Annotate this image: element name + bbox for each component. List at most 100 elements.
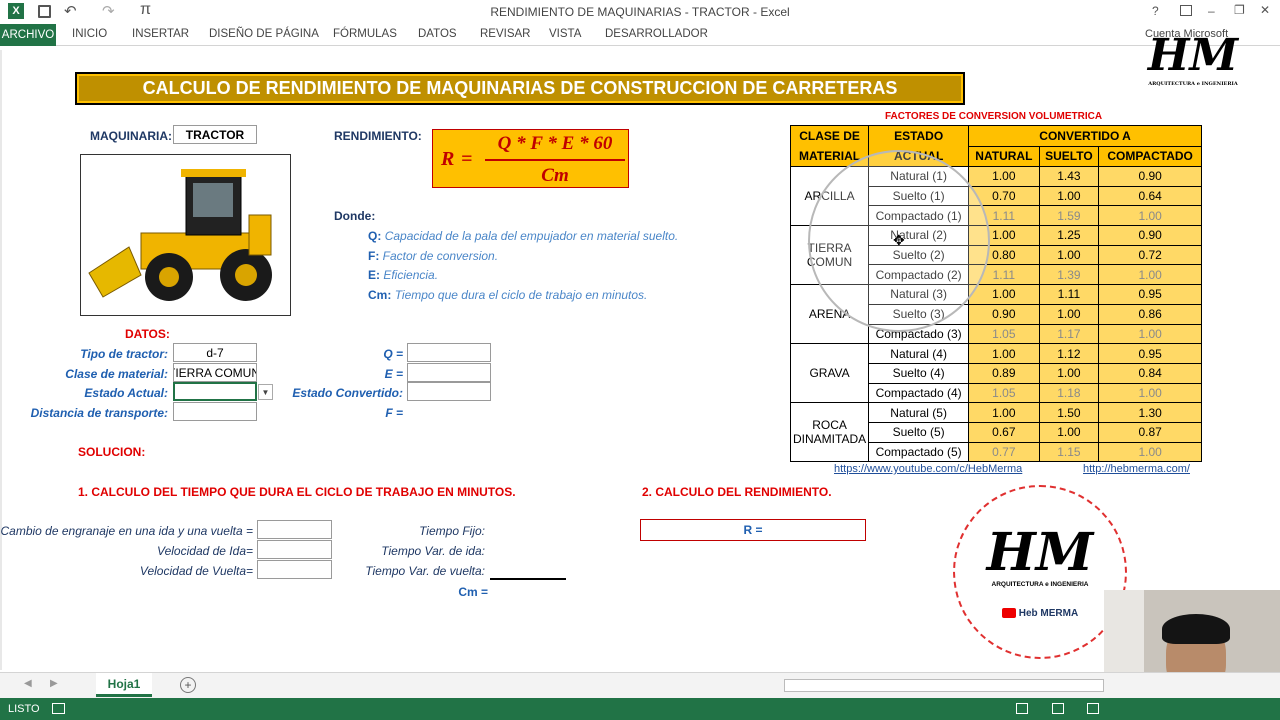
tab-datos[interactable]: DATOS: [418, 28, 457, 40]
sheet-tab-hoja1[interactable]: Hoja1: [96, 673, 152, 697]
add-sheet-icon[interactable]: +: [180, 677, 196, 693]
factor-cell[interactable]: 1.00: [1098, 441, 1202, 463]
factor-cell[interactable]: 1.11: [1038, 284, 1100, 305]
vel-vuelta-input[interactable]: [257, 560, 332, 579]
dropdown-arrow-icon[interactable]: ▼: [258, 384, 273, 400]
page-layout-icon[interactable]: [1052, 703, 1064, 714]
estado-input[interactable]: [173, 382, 257, 401]
e-input[interactable]: [407, 363, 491, 382]
factor-cell[interactable]: 0.77: [968, 441, 1040, 463]
factor-cell[interactable]: 1.30: [1098, 402, 1202, 423]
factor-cell[interactable]: 1.00: [968, 284, 1040, 305]
redo-icon[interactable]: ↷: [102, 2, 115, 20]
factor-cell[interactable]: 1.05: [968, 323, 1040, 345]
estado-cell[interactable]: Compactado (5): [868, 441, 970, 463]
factor-cell[interactable]: 1.00: [968, 166, 1040, 187]
distancia-input[interactable]: [173, 402, 257, 421]
normal-view-icon[interactable]: [1016, 703, 1028, 714]
tab-diseno[interactable]: DISEÑO DE PÁGINA: [209, 28, 319, 40]
factor-cell[interactable]: 1.39: [1038, 264, 1100, 286]
factor-cell[interactable]: 0.90: [1098, 225, 1202, 246]
factor-cell[interactable]: 0.95: [1098, 284, 1202, 305]
factor-cell[interactable]: 0.64: [1098, 185, 1202, 207]
factor-cell[interactable]: 1.18: [1038, 382, 1100, 404]
factor-cell[interactable]: 1.00: [1038, 185, 1100, 207]
estado-cell[interactable]: Suelto (4): [868, 362, 970, 384]
estado-cell[interactable]: Compactado (4): [868, 382, 970, 404]
status-text: LISTO: [8, 703, 40, 715]
factor-cell[interactable]: 1.43: [1038, 166, 1100, 187]
vel-ida-input[interactable]: [257, 540, 332, 559]
ribbon-tabs: ARCHIVO INICIO INSERTAR DISEÑO DE PÁGINA…: [0, 24, 1280, 46]
factor-cell[interactable]: 0.89: [968, 362, 1040, 384]
datos-label: DATOS:: [125, 327, 170, 341]
prev-sheet-icon[interactable]: ◀: [24, 678, 32, 689]
undo-icon[interactable]: ↶: [64, 2, 77, 20]
estado-cell[interactable]: Natural (5): [868, 402, 970, 423]
factor-cell[interactable]: 1.00: [1098, 382, 1202, 404]
factor-cell[interactable]: 1.00: [1098, 323, 1202, 345]
factors-title: FACTORES DE CONVERSION VOLUMETRICA: [885, 111, 1103, 122]
ribbon-options-icon[interactable]: [1180, 5, 1192, 16]
save-icon[interactable]: [38, 5, 51, 18]
material-name[interactable]: ROCA DINAMITADA: [789, 402, 870, 463]
estado-convertido-input[interactable]: [407, 382, 491, 401]
factor-cell[interactable]: 1.50: [1038, 402, 1100, 423]
factor-cell[interactable]: 1.17: [1038, 323, 1100, 345]
factor-cell[interactable]: 0.95: [1098, 343, 1202, 364]
close-icon[interactable]: ✕: [1260, 3, 1270, 17]
factor-cell[interactable]: 0.72: [1098, 244, 1202, 266]
material-name[interactable]: GRAVA: [789, 343, 870, 404]
q-input[interactable]: [407, 343, 491, 362]
factor-cell[interactable]: 0.84: [1098, 362, 1202, 384]
r-result-box[interactable]: R =: [640, 519, 866, 541]
rendimiento-label: RENDIMIENTO:: [334, 129, 422, 143]
def-e: E: Eficiencia.: [368, 268, 439, 282]
factor-cell[interactable]: 1.59: [1038, 205, 1100, 227]
tab-inicio[interactable]: INICIO: [72, 28, 107, 40]
website-link[interactable]: http://hebmerma.com/: [1083, 463, 1190, 475]
factor-cell[interactable]: 1.00: [1098, 205, 1202, 227]
estado-cell[interactable]: Natural (4): [868, 343, 970, 364]
tab-desarrollador[interactable]: DESARROLLADOR: [605, 28, 708, 40]
restore-icon[interactable]: ❐: [1234, 3, 1245, 17]
factor-cell[interactable]: 1.00: [1098, 264, 1202, 286]
cambio-input[interactable]: [257, 520, 332, 539]
factor-cell[interactable]: 1.00: [1038, 244, 1100, 266]
tiempo-var-vuelta-label: Tiempo Var. de vuelta:: [365, 564, 485, 578]
maquinaria-value[interactable]: TRACTOR: [173, 125, 257, 144]
factor-cell[interactable]: 1.00: [1038, 303, 1100, 325]
factor-cell[interactable]: 1.12: [1038, 343, 1100, 364]
status-bar: LISTO: [0, 698, 1280, 720]
factor-cell[interactable]: 1.00: [1038, 362, 1100, 384]
next-sheet-icon[interactable]: ▶: [50, 678, 58, 689]
help-icon[interactable]: ?: [1152, 4, 1159, 18]
tab-archivo[interactable]: ARCHIVO: [0, 24, 56, 46]
tab-insertar[interactable]: INSERTAR: [132, 28, 189, 40]
macro-record-icon[interactable]: [52, 703, 65, 714]
tab-revisar[interactable]: REVISAR: [480, 28, 531, 40]
factor-cell[interactable]: 1.25: [1038, 225, 1100, 246]
estado-cell[interactable]: Suelto (5): [868, 421, 970, 443]
tab-vista[interactable]: VISTA: [549, 28, 581, 40]
vel-vuelta-label: Velocidad de Vuelta=: [139, 564, 253, 578]
horizontal-scrollbar[interactable]: [784, 679, 1104, 692]
factor-cell[interactable]: 1.00: [1038, 421, 1100, 443]
tipo-input[interactable]: d-7: [173, 343, 257, 362]
factor-cell[interactable]: 1.05: [968, 382, 1040, 404]
youtube-link[interactable]: https://www.youtube.com/c/HebMerma: [834, 463, 1022, 475]
factor-cell[interactable]: 0.86: [1098, 303, 1202, 325]
factor-cell[interactable]: 1.00: [968, 402, 1040, 423]
equation-icon[interactable]: π: [140, 1, 151, 19]
clase-input[interactable]: TIERRA COMUN: [173, 363, 257, 382]
minimize-icon[interactable]: –: [1208, 4, 1215, 18]
factor-cell[interactable]: 1.00: [968, 343, 1040, 364]
factor-cell[interactable]: 1.15: [1038, 441, 1100, 463]
factor-cell[interactable]: 0.67: [968, 421, 1040, 443]
page-break-icon[interactable]: [1087, 703, 1099, 714]
tab-formulas[interactable]: FÓRMULAS: [333, 28, 397, 40]
factor-cell[interactable]: 0.90: [968, 303, 1040, 325]
factor-cell[interactable]: 0.90: [1098, 166, 1202, 187]
factor-row: ROCA DINAMITADA Natural (5) 1.00 1.50 1.30: [789, 402, 1202, 463]
factor-cell[interactable]: 0.87: [1098, 421, 1202, 443]
